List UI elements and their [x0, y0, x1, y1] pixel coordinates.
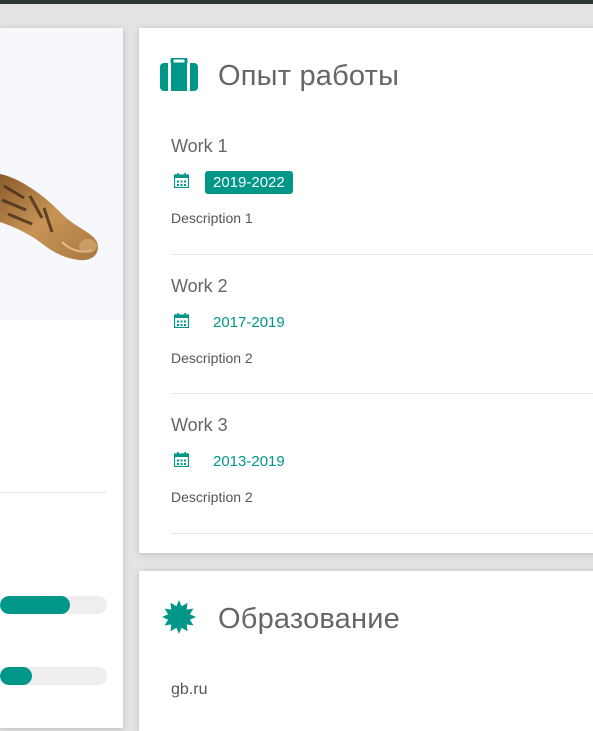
work-entry-description: Description 2 [171, 489, 253, 505]
entry-divider [171, 393, 593, 394]
work-entry-title: Work 1 [171, 136, 228, 156]
briefcase-icon [160, 56, 198, 96]
skill-bar-2 [0, 667, 107, 685]
work-experience-card: Опыт работы Work 1 2019-2022 Description… [139, 28, 593, 553]
skill-bar-1 [0, 596, 107, 614]
work-entry-date: 2013-2019 [213, 453, 285, 470]
profile-divider [0, 492, 107, 493]
skill-bar-1-fill [0, 596, 70, 614]
certificate-icon [162, 600, 196, 639]
education-card: Образование gb.ru [139, 571, 593, 731]
profile-photo [0, 28, 123, 320]
education-section-title: Образование [218, 603, 400, 635]
work-entry-2: Work 2 2017-2019 Description 2 [171, 276, 593, 416]
calendar-icon [173, 452, 190, 472]
work-entry-date: 2017-2019 [213, 314, 285, 331]
profile-card [0, 28, 123, 728]
education-item: gb.ru [171, 681, 208, 698]
calendar-icon [173, 173, 190, 193]
entry-divider [171, 533, 593, 534]
skill-bar-2-fill [0, 667, 32, 685]
work-entry-1: Work 1 2019-2022 Description 1 [171, 136, 593, 276]
work-entry-title: Work 2 [171, 276, 228, 296]
calendar-icon [173, 313, 190, 333]
work-entry-description: Description 2 [171, 350, 253, 366]
entry-divider [171, 254, 593, 255]
cat-paw-image [0, 174, 98, 261]
work-section-title: Опыт работы [218, 60, 400, 92]
work-entry-title: Work 3 [171, 415, 228, 435]
work-entry-description: Description 1 [171, 210, 253, 226]
work-entry-3: Work 3 2013-2019 Description 2 [171, 415, 593, 555]
top-bar [0, 0, 593, 4]
work-entry-date: 2019-2022 [205, 171, 293, 194]
